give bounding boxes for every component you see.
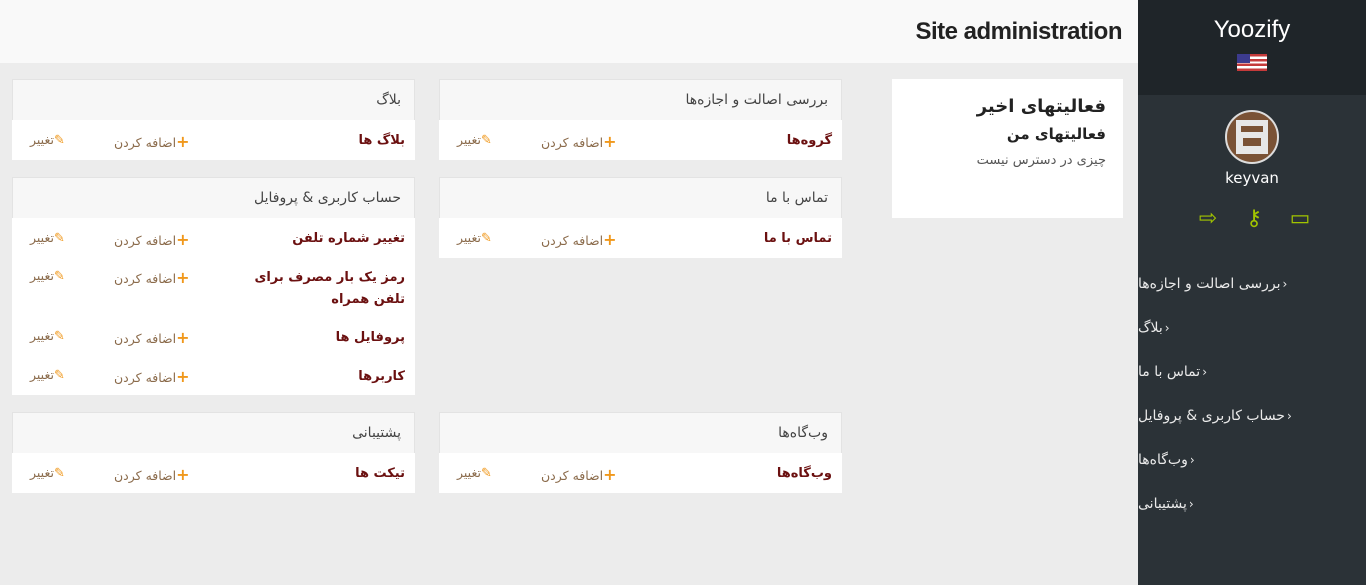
sidebar-item-support[interactable]: ‹ پشتیبانی	[1138, 482, 1366, 526]
model-link-groups[interactable]: گروه‌ها	[787, 130, 832, 152]
sidebar-item-account[interactable]: ‹ حساب کاربری & پروفایل	[1138, 394, 1366, 438]
module-header: وب‌گاه‌ها	[439, 412, 842, 453]
module-contact: تماس با ما تماس با ما +اضافه کردن ✎تغییر	[439, 177, 842, 258]
module-title: حساب کاربری & پروفایل	[254, 190, 401, 206]
model-link-otp[interactable]: رمز یک بار مصرف برای تلفن همراه	[235, 267, 405, 311]
add-link[interactable]: +اضافه کردن	[541, 230, 617, 249]
change-link[interactable]: ✎تغییر	[30, 367, 65, 383]
chevron-left-icon: ‹	[1282, 277, 1288, 291]
pencil-icon: ✎	[53, 269, 65, 284]
model-link-users[interactable]: کاربرها	[358, 366, 405, 388]
model-link-profiles[interactable]: پروفایل ها	[336, 327, 405, 349]
module-title: پشتیبانی	[352, 425, 401, 441]
module-title: بلاگ	[376, 92, 401, 108]
chevron-left-icon: ‹	[1164, 321, 1170, 335]
pencil-icon: ✎	[480, 231, 492, 246]
no-actions-text: چیزی در دسترس نیست	[976, 153, 1106, 168]
plus-icon: +	[603, 230, 617, 249]
pencil-icon: ✎	[53, 329, 65, 344]
plus-icon: +	[176, 465, 190, 484]
module-row: گروه‌ها +اضافه کردن ✎تغییر	[439, 120, 842, 160]
change-link[interactable]: ✎تغییر	[30, 465, 65, 481]
pencil-icon: ✎	[53, 133, 65, 148]
module-account: حساب کاربری & پروفایل تغییر شماره تلفن +…	[12, 177, 415, 395]
add-link[interactable]: +اضافه کردن	[541, 132, 617, 151]
change-link[interactable]: ✎تغییر	[30, 230, 65, 246]
key-icon[interactable]: ⚷	[1240, 206, 1268, 231]
add-link[interactable]: +اضافه کردن	[114, 465, 190, 484]
model-link-contact[interactable]: تماس با ما	[764, 228, 832, 250]
model-link-blogs[interactable]: بلاگ ها	[359, 130, 405, 152]
module-row: تیکت ها +اضافه کردن ✎تغییر	[12, 453, 415, 493]
module-rows: تغییر شماره تلفن +اضافه کردن ✎تغییر رمز …	[12, 218, 415, 395]
module-row: بلاگ ها +اضافه کردن ✎تغییر	[12, 120, 415, 160]
logout-icon[interactable]: ⇨	[1194, 206, 1222, 231]
recent-actions-panel: فعالیتهای اخیر فعالیتهای من چیزی در دستر…	[892, 79, 1123, 218]
module-blog: بلاگ بلاگ ها +اضافه کردن ✎تغییر	[12, 79, 415, 160]
model-link-sites[interactable]: وب‌گاه‌ها	[777, 463, 832, 485]
plus-icon: +	[176, 328, 190, 347]
pencil-icon: ✎	[53, 466, 65, 481]
brand-area: Yoozify	[1138, 0, 1366, 95]
module-title: وب‌گاه‌ها	[778, 425, 828, 441]
page-title: Site administration	[915, 18, 1122, 45]
plus-icon: +	[176, 367, 190, 386]
module-title: تماس با ما	[765, 190, 828, 206]
plus-icon: +	[176, 230, 190, 249]
pencil-icon: ✎	[53, 231, 65, 246]
avatar	[1225, 110, 1279, 164]
module-support: پشتیبانی تیکت ها +اضافه کردن ✎تغییر	[12, 412, 415, 493]
user-actions: ⇨ ⚷ ▭	[1194, 206, 1314, 231]
change-link[interactable]: ✎تغییر	[30, 268, 65, 284]
my-actions-title: فعالیتهای من	[1006, 125, 1106, 143]
sidebar: Yoozify keyvan ⇨ ⚷ ▭ ‹ بررسی اصالت و اجاز…	[1138, 0, 1366, 585]
username: keyvan	[1225, 169, 1279, 187]
sidebar-item-sites[interactable]: ‹ وب‌گاه‌ها	[1138, 438, 1366, 482]
module-title: بررسی اصالت و اجازه‌ها	[685, 92, 828, 108]
sidebar-item-blog[interactable]: ‹ بلاگ	[1138, 306, 1366, 350]
change-link[interactable]: ✎تغییر	[457, 230, 492, 246]
change-link[interactable]: ✎تغییر	[457, 132, 492, 148]
add-link[interactable]: +اضافه کردن	[114, 328, 190, 347]
plus-icon: +	[603, 465, 617, 484]
change-link[interactable]: ✎تغییر	[457, 465, 492, 481]
plus-icon: +	[603, 132, 617, 151]
module-header: حساب کاربری & پروفایل	[12, 177, 415, 218]
add-link[interactable]: +اضافه کردن	[541, 465, 617, 484]
pencil-icon: ✎	[53, 368, 65, 383]
brand-title[interactable]: Yoozify	[1138, 0, 1366, 44]
monitor-icon[interactable]: ▭	[1286, 206, 1314, 231]
chevron-left-icon: ‹	[1189, 453, 1195, 467]
chevron-left-icon: ‹	[1286, 409, 1292, 423]
module-header: تماس با ما	[439, 177, 842, 218]
plus-icon: +	[176, 132, 190, 151]
change-link[interactable]: ✎تغییر	[30, 328, 65, 344]
module-header: بلاگ	[12, 79, 415, 120]
module-header: بررسی اصالت و اجازه‌ها	[439, 79, 842, 120]
change-link[interactable]: ✎تغییر	[30, 132, 65, 148]
pencil-icon: ✎	[480, 133, 492, 148]
add-link[interactable]: +اضافه کردن	[114, 268, 190, 287]
chevron-left-icon: ‹	[1188, 497, 1194, 511]
module-row: وب‌گاه‌ها +اضافه کردن ✎تغییر	[439, 453, 842, 493]
pencil-icon: ✎	[480, 466, 492, 481]
module-row: تماس با ما +اضافه کردن ✎تغییر	[439, 218, 842, 258]
chevron-left-icon: ‹	[1202, 365, 1207, 379]
page-header: Site administration	[0, 0, 1138, 63]
add-link[interactable]: +اضافه کردن	[114, 367, 190, 386]
recent-actions-title: فعالیتهای اخیر	[976, 96, 1106, 117]
model-link-tickets[interactable]: تیکت ها	[355, 463, 405, 485]
sidebar-item-contact[interactable]: ‹ تماس با ما	[1138, 350, 1366, 394]
plus-icon: +	[176, 268, 190, 287]
add-link[interactable]: +اضافه کردن	[114, 230, 190, 249]
module-sites: وب‌گاه‌ها وب‌گاه‌ها +اضافه کردن ✎تغییر	[439, 412, 842, 493]
model-link-change-phone[interactable]: تغییر شماره تلفن	[292, 228, 405, 250]
sidebar-nav: ‹ بررسی اصالت و اجازه‌ها ‹ بلاگ ‹ تماس با م…	[1138, 262, 1366, 526]
module-auth: بررسی اصالت و اجازه‌ها گروه‌ها +اضافه کر…	[439, 79, 842, 160]
module-header: پشتیبانی	[12, 412, 415, 453]
us-flag-icon[interactable]	[1237, 54, 1267, 71]
sidebar-item-auth[interactable]: ‹ بررسی اصالت و اجازه‌ها	[1138, 262, 1366, 306]
add-link[interactable]: +اضافه کردن	[114, 132, 190, 151]
